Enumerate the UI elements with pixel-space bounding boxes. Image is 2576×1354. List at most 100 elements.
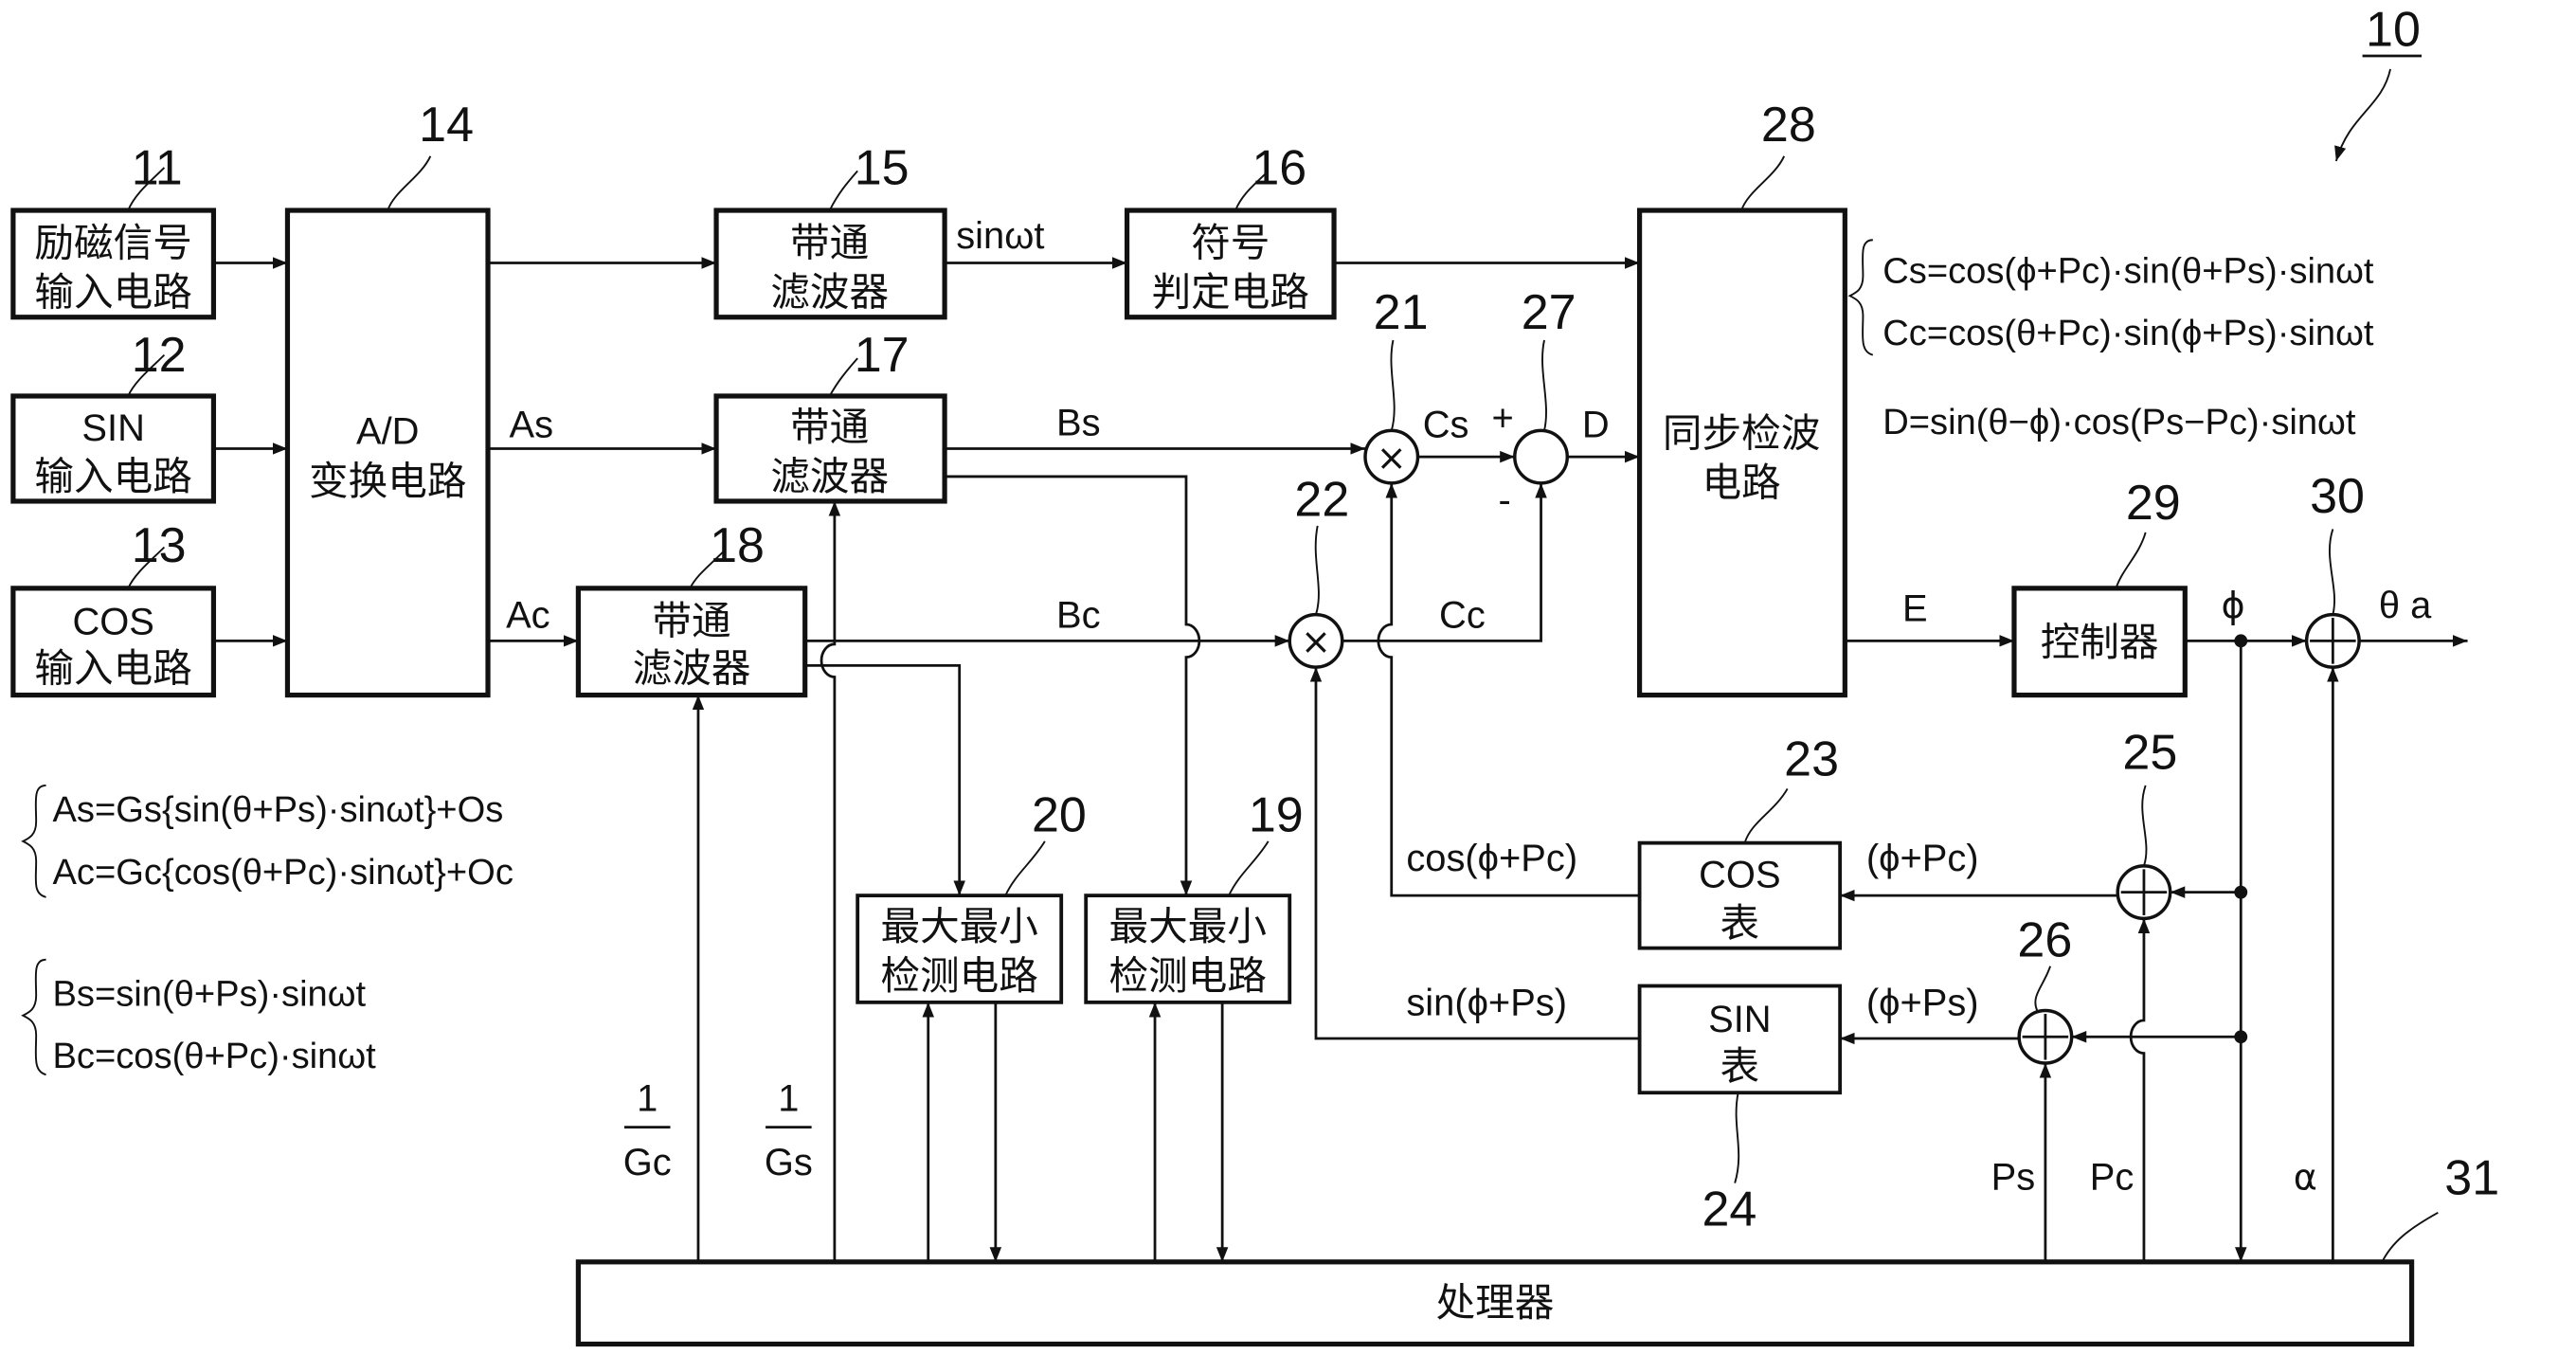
minus-sign: -	[1498, 479, 1510, 521]
ref-number: 14	[419, 98, 474, 153]
signal-label-alpha: α	[2294, 1157, 2317, 1199]
ref-number: 27	[1522, 285, 1576, 340]
leader-line	[1390, 339, 1396, 431]
figure-ref-number: 10	[2366, 3, 2421, 58]
block-label-line2: 表	[1720, 1042, 1760, 1089]
signal-label-phi: ϕ	[2221, 585, 2244, 626]
plus-sign: +	[1492, 397, 1514, 439]
block-label-line2: 检测电路	[1109, 952, 1267, 999]
ref-number: 15	[855, 140, 910, 195]
block-label-line1: 符号	[1191, 220, 1270, 266]
block-sin-input[interactable]: SIN 输入电路 12	[10, 328, 217, 504]
multiplier-c: × 22	[1288, 473, 1349, 669]
ref-number: 31	[2444, 1151, 2499, 1206]
block-label-line2: 滤波器	[633, 645, 751, 692]
subtractor: + - 27	[1492, 285, 1576, 521]
signal-label-phi-pc: (ϕ+Pc)	[1866, 838, 1979, 879]
ref-number: 28	[1761, 98, 1816, 153]
adder-ps: 26	[2017, 912, 2074, 1065]
fraction-numerator: 1	[778, 1077, 799, 1119]
leader-line	[1004, 840, 1046, 896]
signal-label-theta-a: θ a	[2379, 585, 2432, 626]
adder-output: 30	[2304, 469, 2365, 669]
leader-line	[2381, 1211, 2439, 1263]
block-label-line1: 带通	[652, 597, 730, 643]
block-bandpass-ref[interactable]: 带通 滤波器 15	[713, 140, 947, 320]
block-label-line1: COS	[1699, 854, 1780, 895]
block-label-line1: 带通	[790, 220, 869, 266]
block-processor[interactable]: 处理器 31	[575, 1151, 2499, 1347]
block-sync-detect[interactable]: 同步检波 电路 28	[1636, 98, 1847, 698]
block-label-line2: 滤波器	[770, 269, 889, 316]
signal-label-pc: Pc	[2090, 1157, 2135, 1199]
ref-number: 21	[1374, 285, 1429, 340]
block-label-line2: 输入电路	[34, 453, 191, 499]
block-label-line2: 变换电路	[309, 458, 466, 504]
equation-ac: Ac=Gc{cos(θ+Pc)·sinωt}+Oc	[52, 852, 513, 893]
leader-line	[2115, 532, 2147, 589]
signal-label-phi-ps: (ϕ+Ps)	[1866, 983, 1979, 1024]
block-sin-table[interactable]: SIN 表 24	[1637, 984, 1843, 1237]
label-inv-gs: 1 Gs	[765, 1077, 813, 1183]
block-label: 控制器	[2041, 619, 2159, 665]
ref-number: 29	[2126, 476, 2181, 531]
leader-line	[1740, 155, 1786, 211]
ref-number: 16	[1252, 140, 1306, 195]
ref-number: 11	[132, 140, 183, 195]
leader-line	[2329, 529, 2335, 615]
block-diagram: 10 励磁信号 输入电路 11 SIN 输入电路 12 COS 输入电路 13 …	[10, 3, 2499, 1347]
leader-line	[1228, 840, 1270, 896]
equation-group-c: Cs=cos(ϕ+Pc)·sin(θ+Ps)·sinωt Cc=cos(θ+Pc…	[1847, 239, 2374, 356]
ref-number: 23	[1784, 732, 1839, 787]
wire-inv-gs	[820, 500, 841, 1262]
ref-number: 12	[132, 328, 187, 383]
block-label-line1: 同步检波	[1663, 410, 1820, 457]
block-cos-table[interactable]: COS 表 23	[1637, 732, 1843, 950]
block-label-line2: 输入电路	[34, 269, 191, 316]
block-ad-converter[interactable]: A/D 变换电路 14	[284, 98, 491, 698]
block-frame	[284, 208, 491, 698]
signal-label-sinwt: sinωt	[956, 215, 1044, 257]
block-maxmin-c[interactable]: 最大最小 检测电路 20	[856, 788, 1087, 1004]
block-label-line2: 表	[1720, 899, 1760, 946]
block-label-line1: A/D	[356, 410, 419, 452]
block-label-line1: COS	[72, 601, 153, 642]
block-sign-judge[interactable]: 符号 判定电路 16	[1124, 140, 1337, 320]
block-label-line1: SIN	[1708, 999, 1771, 1040]
fraction-denominator: Gc	[623, 1142, 672, 1183]
equation-group-b: Bs=sin(θ+Ps)·sinωt Bc=cos(θ+Pc)·sinωt	[21, 958, 376, 1076]
block-label-line2: 滤波器	[770, 453, 889, 499]
block-bandpass-s[interactable]: 带通 滤波器 17	[713, 328, 947, 504]
leader-line	[1743, 787, 1789, 843]
brace	[21, 958, 46, 1076]
block-controller[interactable]: 控制器 29	[2011, 476, 2188, 698]
block-label-line1: 最大最小	[1109, 903, 1267, 949]
equation-bc: Bc=cos(θ+Pc)·sinωt	[52, 1036, 376, 1076]
multiplier-s: × 21	[1363, 285, 1429, 485]
block-maxmin-s[interactable]: 最大最小 检测电路 19	[1084, 788, 1304, 1004]
leader-line	[2141, 785, 2148, 867]
ref-number: 25	[2122, 726, 2177, 781]
ref-number: 24	[1702, 1182, 1756, 1237]
wire-bc-to-maxmin-c	[804, 663, 965, 896]
leader-line	[1314, 525, 1320, 615]
signal-label-ps: Ps	[1991, 1157, 2036, 1199]
signal-label-sin-phi-ps: sin(ϕ+Ps)	[1406, 983, 1567, 1024]
signal-label-bc: Bc	[1056, 594, 1101, 636]
block-bandpass-c[interactable]: 带通 滤波器 18	[575, 518, 808, 698]
equation-cs: Cs=cos(ϕ+Pc)·sin(θ+Ps)·sinωt	[1882, 250, 2374, 291]
equation-bs: Bs=sin(θ+Ps)·sinωt	[52, 973, 366, 1014]
block-label-line2: 判定电路	[1152, 269, 1309, 316]
multiply-icon: ×	[1301, 621, 1331, 662]
signal-label-cc: Cc	[1439, 594, 1486, 636]
leader-line	[1734, 1092, 1740, 1183]
figure-ref-arrow	[2334, 68, 2391, 162]
block-label-line1: 励磁信号	[34, 220, 191, 266]
ref-number: 20	[1032, 788, 1087, 843]
ref-number: 13	[132, 518, 187, 573]
ref-number: 19	[1249, 788, 1304, 843]
block-cos-input[interactable]: COS 输入电路 13	[10, 518, 217, 698]
block-excitation-input[interactable]: 励磁信号 输入电路 11	[10, 140, 217, 320]
equation-group-a: As=Gs{sin(θ+Ps)·sinωt}+Os Ac=Gc{cos(θ+Pc…	[21, 784, 513, 898]
equation-cc: Cc=cos(θ+Pc)·sin(ϕ+Ps)·sinωt	[1882, 313, 2374, 353]
